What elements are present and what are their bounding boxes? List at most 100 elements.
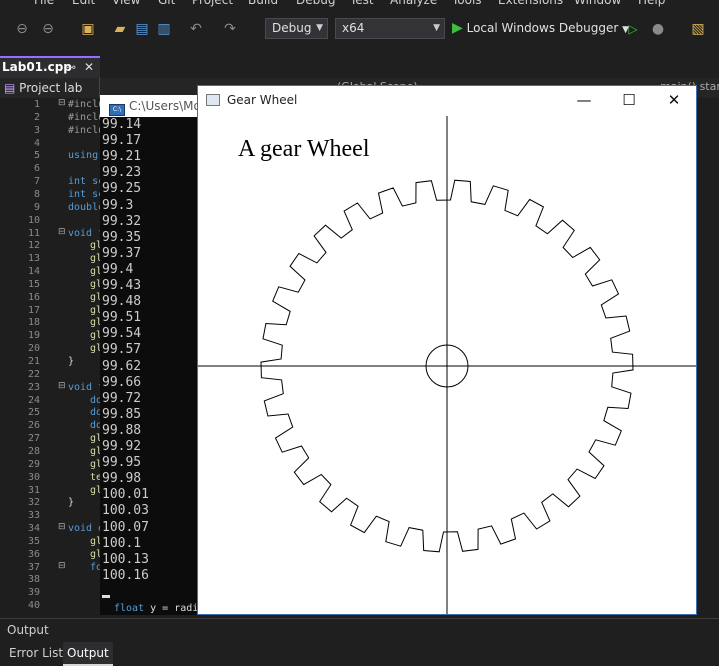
collapse-icon[interactable]: ⊟ [58,227,66,237]
tab-label: Lab01.cpp [2,60,72,74]
line-number: 39 [27,587,40,599]
console-title: C:\Users\Mo [129,99,198,113]
document-tabs: Lab01.cpp ⊸ ✕ [0,52,719,78]
line-number: 31 [27,484,40,496]
collapse-icon[interactable]: ⊟ [58,98,66,108]
output-pane-title: Output [7,623,49,637]
line-number: 7 [33,176,40,188]
open-folder-icon[interactable]: ▰ [112,21,128,37]
tab-lab01-cpp[interactable]: Lab01.cpp ⊸ ✕ [0,56,100,78]
line-number: 11 [27,227,40,239]
line-number: 30 [27,471,40,483]
close-window-button[interactable]: ✕ [651,86,697,114]
toolbar: ⊖ ⊖ ▣ ▰ ▤ ▥ ↶ ↷ Debug ▼ x64 ▼ ▶ Local Wind… [0,8,719,52]
configuration-value: Debug [272,21,312,35]
menu-item-git[interactable]: Git [158,0,175,7]
menu-item-analyze[interactable]: Analyze [390,0,437,7]
hot-reload-icon[interactable]: ● [650,21,666,37]
chevron-down-icon: ▼ [433,23,440,33]
line-number: 19 [27,330,40,342]
start-debugging-button[interactable]: ▶ Local Windows Debugger ▼ [452,18,629,39]
gear-wheel-window[interactable]: Gear Wheel — ☐ ✕ A gear Wheel [197,85,697,615]
line-number: 38 [27,574,40,586]
chevron-down-icon: ▼ [316,23,323,33]
line-number: 5 [33,150,40,162]
forward-icon[interactable]: ⊖ [40,21,56,37]
code-keyword: float [114,603,145,614]
window-app-icon [206,94,220,106]
tab-output[interactable]: Output [63,642,113,666]
line-number: 9 [33,201,40,213]
menu-item-file[interactable]: File [34,0,54,7]
console-line: 99.32 [102,213,142,229]
save-all-icon[interactable]: ▥ [156,21,172,37]
console-title-bar[interactable]: C:\ C:\Users\Mo [100,95,198,117]
tab-error-list[interactable]: Error List [5,642,67,664]
menu-item-help[interactable]: Help [638,0,665,7]
configuration-select[interactable]: Debug ▼ [265,18,328,39]
solution-explorer-icon[interactable]: ▧ [690,21,706,37]
line-number: 8 [33,188,40,200]
code-line: void t [68,381,105,393]
save-icon[interactable]: ▤ [134,21,150,37]
menu-item-view[interactable]: View [112,0,140,7]
collapse-icon[interactable]: ⊟ [58,522,66,532]
menu-bar: File Edit View Git Project Build Debug Test Anal… [0,0,719,8]
line-number: 28 [27,445,40,457]
platform-value: x64 [342,21,365,35]
console-line: 99.48 [102,294,142,310]
line-number: 37 [27,561,40,573]
console-app-icon: C:\ [109,104,125,116]
back-icon[interactable]: ⊖ [14,21,30,37]
line-number: 12 [27,240,40,252]
console-line: 99.23 [102,165,142,181]
project-select[interactable]: ▤ Project lab 01 [0,78,100,115]
menu-item-window[interactable]: Window [574,0,621,7]
menu-item-project[interactable]: Project [192,0,233,7]
menu-item-tools[interactable]: Tools [452,0,482,7]
play-icon: ▶ [452,20,463,36]
line-number: 13 [27,253,40,265]
opengl-canvas: A gear Wheel [198,116,696,614]
menu-item-build[interactable]: Build [248,0,278,7]
code-line: #inclu [68,124,105,136]
pin-icon[interactable]: ⊸ [66,58,76,77]
line-number: 33 [27,510,40,522]
close-icon[interactable]: ✕ [84,58,94,77]
line-number: 29 [27,458,40,470]
start-without-debugging-icon[interactable]: ▷ [625,21,641,37]
console-line: 99.62 [102,358,142,374]
console-line: 99.37 [102,245,142,261]
console-line: 99.95 [102,455,142,471]
undo-icon[interactable]: ↶ [188,21,204,37]
code-peek: float y = radi [114,603,198,614]
maximize-button[interactable]: ☐ [606,86,652,114]
collapse-icon[interactable]: ⊟ [58,561,66,571]
gear-window-title-bar[interactable]: Gear Wheel — ☐ ✕ [198,86,696,116]
console-line: 100.16 [102,567,149,583]
line-number: 3 [33,124,40,136]
line-number: 1 [33,99,40,110]
console-line: 99.92 [102,439,142,454]
line-number: 10 [27,214,40,226]
minimize-button[interactable]: — [561,86,607,114]
menu-item-extensions[interactable]: Extensions [498,0,563,7]
line-number: 22 [27,368,40,380]
new-project-icon[interactable]: ▣ [80,21,96,37]
code-line: void d [68,523,105,535]
line-number: 4 [33,137,40,149]
console-line: 99.51 [102,310,142,326]
menu-item-debug[interactable]: Debug [296,0,335,7]
line-number: 25 [27,407,40,419]
platform-select[interactable]: x64 ▼ [335,18,445,39]
console-line: 99.72 [102,390,142,406]
console-line: 100.07 [102,519,149,535]
menu-item-test[interactable]: Test [350,0,374,7]
gear-window-title: Gear Wheel [227,93,298,107]
collapse-icon[interactable]: ⊟ [58,381,66,391]
menu-item-edit[interactable]: Edit [72,0,95,7]
redo-icon[interactable]: ↷ [222,21,238,37]
line-number: 23 [27,381,40,393]
console-line: 100.1 [102,535,142,551]
console-window[interactable]: C:\ C:\Users\Mo 99.14 99.17 99.21 99.23 99.25… [100,95,198,615]
